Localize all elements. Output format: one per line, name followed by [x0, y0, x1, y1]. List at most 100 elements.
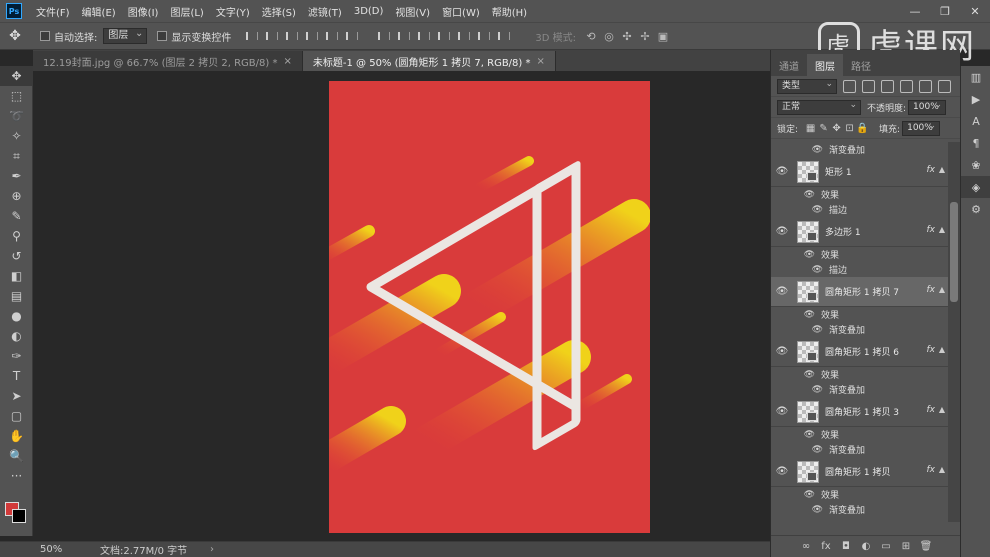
- path-selection-icon[interactable]: ➤: [0, 386, 33, 406]
- type-icon[interactable]: T: [0, 366, 33, 386]
- crop-icon[interactable]: ⌗: [0, 146, 33, 166]
- effects-row[interactable]: 👁 效果: [771, 247, 949, 262]
- eraser-icon[interactable]: ◧: [0, 266, 33, 286]
- background-color-swatch[interactable]: [12, 509, 26, 523]
- distribute-top-icon[interactable]: [375, 29, 391, 43]
- new-adjustment-icon[interactable]: ◐: [856, 541, 876, 552]
- character-icon[interactable]: A: [961, 110, 990, 132]
- eye-icon[interactable]: 👁: [771, 466, 793, 477]
- tab-layers[interactable]: 图层: [807, 54, 843, 76]
- auto-select-checkbox[interactable]: [40, 31, 50, 41]
- effect-row[interactable]: 👁 渐变叠加: [771, 442, 949, 457]
- dodge-icon[interactable]: ◐: [0, 326, 33, 346]
- eye-icon[interactable]: 👁: [771, 166, 793, 177]
- layer-row[interactable]: 👁 圆角矩形 1 拷贝 fx ▲: [771, 457, 949, 487]
- move-icon[interactable]: ✥: [0, 66, 33, 86]
- layer-row[interactable]: 👁 多边形 1 fx ▲: [771, 217, 949, 247]
- layers-scrollbar[interactable]: [948, 142, 960, 522]
- paragraph-icon[interactable]: ¶: [961, 132, 990, 154]
- align-bottom-icon[interactable]: [283, 29, 299, 43]
- filter-pixel-icon[interactable]: [843, 79, 856, 93]
- lock-position-icon[interactable]: ✥: [830, 123, 843, 134]
- channels-icon[interactable]: ⚙: [961, 198, 990, 220]
- align-top-icon[interactable]: [243, 29, 259, 43]
- clone-stamp-icon[interactable]: ⚲: [0, 226, 33, 246]
- close-button[interactable]: ✕: [960, 5, 990, 18]
- pen-icon[interactable]: ✑: [0, 346, 33, 366]
- lock-transparent-icon[interactable]: ▦: [804, 123, 817, 134]
- fill-field[interactable]: 100%: [902, 120, 941, 136]
- orbit-3d-icon[interactable]: ⟲: [582, 30, 600, 43]
- menu-select[interactable]: 选择(S): [262, 4, 296, 19]
- actions-play-icon[interactable]: ▶: [961, 88, 990, 110]
- align-vcenter-icon[interactable]: [263, 29, 279, 43]
- fx-icon[interactable]: fx: [927, 345, 936, 355]
- align-left-icon[interactable]: [303, 29, 319, 43]
- add-mask-icon[interactable]: ◘: [836, 541, 856, 552]
- menu-image[interactable]: 图像(I): [128, 4, 159, 19]
- effect-row[interactable]: 👁 描边: [771, 202, 949, 217]
- document-canvas[interactable]: [329, 81, 650, 533]
- effects-row[interactable]: 👁 效果: [771, 307, 949, 322]
- distribute-vcenter-icon[interactable]: [395, 29, 411, 43]
- eye-icon[interactable]: 👁: [771, 406, 793, 417]
- align-hcenter-icon[interactable]: [323, 29, 339, 43]
- effect-row[interactable]: 👁 渐变叠加: [771, 322, 949, 337]
- more-tools-icon[interactable]: ···: [0, 466, 33, 486]
- eye-icon[interactable]: 👁: [771, 286, 793, 297]
- add-style-icon[interactable]: fx: [816, 541, 836, 552]
- canvas-area[interactable]: [33, 71, 770, 541]
- lock-pixels-icon[interactable]: ✎: [817, 123, 830, 134]
- filter-toggle-icon[interactable]: [938, 79, 951, 93]
- status-menu-arrow-icon[interactable]: ›: [210, 544, 214, 555]
- delete-layer-icon[interactable]: 🗑: [916, 541, 936, 552]
- tab-close-icon[interactable]: ×: [537, 56, 545, 67]
- blur-icon[interactable]: ●: [0, 306, 33, 326]
- align-right-icon[interactable]: [343, 29, 359, 43]
- effect-row[interactable]: 👁 渐变叠加: [771, 142, 949, 157]
- collapse-caret-icon[interactable]: ▲: [939, 345, 945, 354]
- effect-row[interactable]: 👁 渐变叠加: [771, 502, 949, 517]
- filter-shape-icon[interactable]: [900, 79, 913, 93]
- tab-paths[interactable]: 路径: [843, 54, 879, 76]
- menu-help[interactable]: 帮助(H): [492, 4, 527, 19]
- menu-type[interactable]: 文字(Y): [216, 4, 250, 19]
- collapse-caret-icon[interactable]: ▲: [939, 225, 945, 234]
- tab-channels[interactable]: 通道: [771, 54, 807, 76]
- layer-row[interactable]: 👁 圆角矩形 1 拷贝 6 fx ▲: [771, 337, 949, 367]
- move-tool-icon[interactable]: ✥: [0, 28, 30, 44]
- tab-close-icon[interactable]: ×: [283, 56, 291, 67]
- blend-mode-dropdown[interactable]: 正常: [777, 99, 861, 115]
- scrollbar-thumb[interactable]: [950, 202, 958, 302]
- gradient-icon[interactable]: ▤: [0, 286, 33, 306]
- distribute-hcenter-icon[interactable]: [455, 29, 471, 43]
- opacity-field[interactable]: 100%: [908, 99, 947, 115]
- collapse-caret-icon[interactable]: ▲: [939, 285, 945, 294]
- new-group-icon[interactable]: ▭: [876, 541, 896, 552]
- eyedropper-icon[interactable]: ✒: [0, 166, 33, 186]
- filter-type-icon[interactable]: [881, 79, 894, 93]
- fx-icon[interactable]: fx: [927, 465, 936, 475]
- fx-icon[interactable]: fx: [927, 225, 936, 235]
- roll-3d-icon[interactable]: ◎: [600, 30, 618, 43]
- zoom-level[interactable]: 50%: [0, 544, 70, 555]
- show-transform-checkbox[interactable]: [157, 31, 168, 41]
- filter-adjustment-icon[interactable]: [862, 79, 875, 93]
- marquee-icon[interactable]: ⬚: [0, 86, 33, 106]
- tab-untitled-1[interactable]: 未标题-1 @ 50% (圆角矩形 1 拷贝 7, RGB/8) * ×: [302, 51, 556, 71]
- layer-row[interactable]: 👁 矩形 1 fx ▲: [771, 157, 949, 187]
- filter-smart-object-icon[interactable]: [919, 79, 932, 93]
- effects-row[interactable]: 👁 效果: [771, 427, 949, 442]
- menu-layer[interactable]: 图层(L): [170, 4, 203, 19]
- minimize-button[interactable]: —: [900, 5, 930, 18]
- layers-panel-icon[interactable]: ◈: [961, 176, 990, 198]
- distribute-left-icon[interactable]: [435, 29, 451, 43]
- menu-filter[interactable]: 滤镜(T): [308, 4, 342, 19]
- menu-3d[interactable]: 3D(D): [354, 6, 384, 17]
- effects-row[interactable]: 👁 效果: [771, 487, 949, 502]
- eye-icon[interactable]: 👁: [771, 346, 793, 357]
- healing-brush-icon[interactable]: ⊕: [0, 186, 33, 206]
- fx-icon[interactable]: fx: [927, 165, 936, 175]
- zoom-icon[interactable]: 🔍: [0, 446, 33, 466]
- hand-icon[interactable]: ✋: [0, 426, 33, 446]
